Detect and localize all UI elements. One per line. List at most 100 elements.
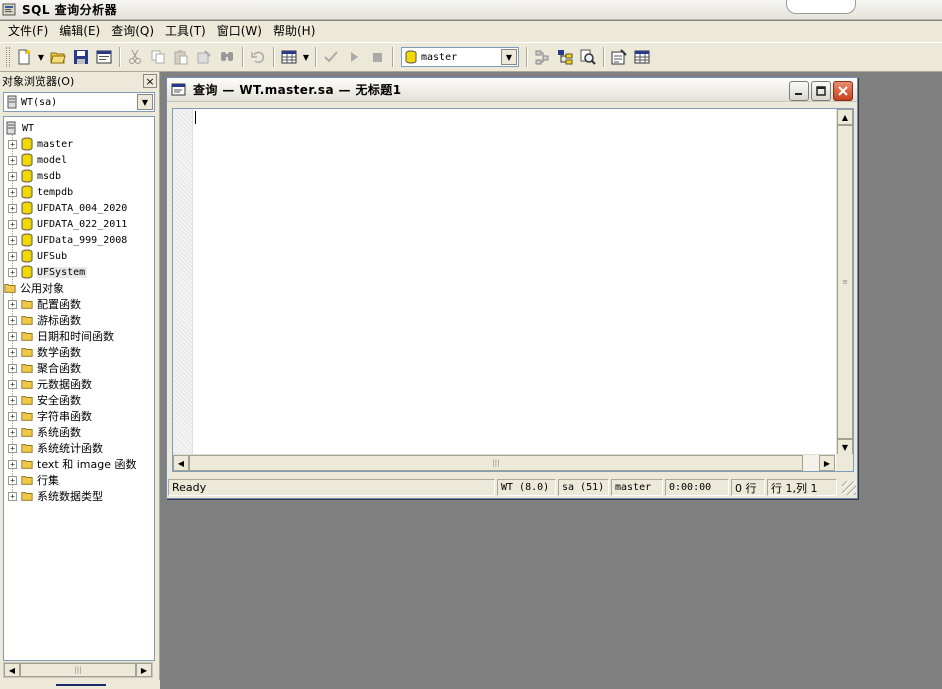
chevron-down-icon[interactable]: ▼ bbox=[137, 94, 153, 110]
tree-node-label: 聚合函数 bbox=[37, 362, 81, 375]
expand-icon[interactable]: + bbox=[8, 475, 17, 485]
expand-icon[interactable]: + bbox=[8, 491, 17, 501]
expand-icon[interactable]: + bbox=[8, 459, 17, 469]
find-button[interactable] bbox=[216, 46, 238, 68]
expand-icon[interactable]: + bbox=[8, 267, 17, 277]
tree-node-database[interactable]: + UFSystem bbox=[8, 264, 88, 280]
expand-icon[interactable]: + bbox=[8, 379, 17, 389]
cut-button[interactable] bbox=[124, 46, 146, 68]
object-search-button[interactable] bbox=[577, 46, 599, 68]
tree-node-folder[interactable]: + 字符串函数 bbox=[8, 408, 92, 424]
object-tree-hscrollbar[interactable]: ◀ ||| ▶ bbox=[3, 662, 153, 678]
tree-node-folder[interactable]: + 配置函数 bbox=[8, 296, 81, 312]
server-select[interactable]: WT(sa) ▼ bbox=[3, 92, 155, 112]
show-results-button[interactable] bbox=[631, 46, 653, 68]
tree-node-database[interactable]: + UFSub bbox=[8, 248, 67, 264]
editor-vscrollbar[interactable]: ▲ ≡ ▼ bbox=[836, 109, 853, 455]
copy-button[interactable] bbox=[147, 46, 169, 68]
tree-node-folder[interactable]: + 元数据函数 bbox=[8, 376, 92, 392]
tree-node-database[interactable]: + UFData_999_2008 bbox=[8, 232, 127, 248]
expand-icon[interactable]: + bbox=[8, 171, 17, 181]
expand-icon[interactable]: + bbox=[8, 139, 17, 149]
menu-help[interactable]: 帮助(H) bbox=[269, 22, 319, 41]
expand-icon[interactable]: + bbox=[8, 331, 17, 341]
tree-node-folder[interactable]: + 日期和时间函数 bbox=[8, 328, 114, 344]
object-browser-button[interactable] bbox=[554, 46, 576, 68]
tree-node-folder[interactable]: + 行集 bbox=[8, 472, 59, 488]
tree-node-folder[interactable]: + 数学函数 bbox=[8, 344, 81, 360]
chevron-down-icon[interactable]: ▼ bbox=[501, 49, 517, 65]
expand-icon[interactable]: + bbox=[8, 219, 17, 229]
close-button[interactable] bbox=[833, 81, 853, 101]
chevron-right-icon[interactable]: ▶ bbox=[136, 663, 152, 677]
chevron-left-icon[interactable]: ◀ bbox=[4, 663, 20, 677]
tree-node-database[interactable]: + model bbox=[8, 152, 67, 168]
database-select[interactable]: master ▼ bbox=[401, 47, 519, 67]
tab-indicator[interactable] bbox=[56, 684, 106, 689]
menu-tools[interactable]: 工具(T) bbox=[161, 22, 210, 41]
object-browser-icon bbox=[558, 50, 573, 65]
paste-button[interactable] bbox=[170, 46, 192, 68]
tree-node-folder[interactable]: + 聚合函数 bbox=[8, 360, 81, 376]
expand-icon[interactable]: + bbox=[8, 347, 17, 357]
undo-button[interactable] bbox=[247, 46, 269, 68]
maximize-button[interactable] bbox=[811, 81, 831, 101]
tree-node-folder[interactable]: + 系统统计函数 bbox=[8, 440, 103, 456]
tree-node-database[interactable]: + msdb bbox=[8, 168, 61, 184]
stop-button[interactable] bbox=[366, 46, 388, 68]
minimize-button[interactable] bbox=[789, 81, 809, 101]
chevron-up-icon[interactable]: ▲ bbox=[837, 109, 853, 125]
new-query-dropdown[interactable]: ▼ bbox=[36, 46, 46, 68]
properties-button[interactable] bbox=[608, 46, 630, 68]
tree-node-database[interactable]: + tempdb bbox=[8, 184, 73, 200]
tree-node-folder[interactable]: + text 和 image 函数 bbox=[8, 456, 136, 472]
clear-window-button[interactable] bbox=[193, 46, 215, 68]
expand-icon[interactable]: + bbox=[8, 427, 17, 437]
tree-node-folder[interactable]: + 系统数据类型 bbox=[8, 488, 103, 504]
new-query-button[interactable] bbox=[13, 46, 35, 68]
tree-node-server[interactable]: WT bbox=[6, 120, 34, 136]
load-script-button[interactable] bbox=[93, 46, 115, 68]
tree-node-folder[interactable]: + 安全函数 bbox=[8, 392, 81, 408]
tree-node-database[interactable]: + UFDATA_022_2011 bbox=[8, 216, 127, 232]
expand-icon[interactable]: + bbox=[8, 299, 17, 309]
query-editor[interactable]: ▲ ≡ ▼ ◀ ||| ▶ bbox=[172, 108, 854, 472]
chevron-down-icon[interactable]: ▼ bbox=[837, 439, 853, 455]
expand-icon[interactable]: + bbox=[8, 155, 17, 165]
results-mode-dropdown[interactable]: ▼ bbox=[301, 46, 311, 68]
save-button[interactable] bbox=[70, 46, 92, 68]
expand-icon[interactable]: + bbox=[8, 411, 17, 421]
editor-hscrollbar[interactable]: ◀ ||| ▶ bbox=[173, 454, 835, 471]
toolbar-grip[interactable] bbox=[6, 47, 10, 67]
tree-node-database[interactable]: + master bbox=[8, 136, 73, 152]
expand-icon[interactable]: + bbox=[8, 443, 17, 453]
query-window-titlebar[interactable]: 查询 — WT.master.sa — 无标题1 bbox=[167, 78, 857, 102]
expand-icon[interactable]: + bbox=[8, 235, 17, 245]
expand-icon[interactable]: + bbox=[8, 187, 17, 197]
display-plan-button[interactable] bbox=[531, 46, 553, 68]
expand-icon[interactable]: + bbox=[8, 363, 17, 373]
tree-node-common-objects[interactable]: 公用对象 bbox=[4, 280, 64, 296]
execute-button[interactable] bbox=[343, 46, 365, 68]
resize-grip[interactable] bbox=[842, 480, 856, 495]
chevron-left-icon[interactable]: ◀ bbox=[173, 455, 189, 471]
open-button[interactable] bbox=[47, 46, 69, 68]
expand-icon[interactable]: + bbox=[8, 315, 17, 325]
tree-node-folder[interactable]: + 系统函数 bbox=[8, 424, 81, 440]
menu-file[interactable]: 文件(F) bbox=[4, 22, 52, 41]
menu-query[interactable]: 查询(Q) bbox=[107, 22, 158, 41]
expand-icon[interactable]: + bbox=[8, 395, 17, 405]
close-icon[interactable]: × bbox=[143, 74, 157, 88]
expand-icon[interactable]: + bbox=[8, 203, 17, 213]
chevron-right-icon[interactable]: ▶ bbox=[819, 455, 835, 471]
menu-edit[interactable]: 编辑(E) bbox=[55, 22, 104, 41]
tree-node-folder[interactable]: + 游标函数 bbox=[8, 312, 81, 328]
parse-button[interactable] bbox=[320, 46, 342, 68]
menu-window[interactable]: 窗口(W) bbox=[213, 22, 266, 41]
scrollbar-thumb[interactable]: ||| bbox=[189, 455, 803, 471]
results-mode-button[interactable] bbox=[278, 46, 300, 68]
tree-node-database[interactable]: + UFDATA_004_2020 bbox=[8, 200, 127, 216]
scrollbar-thumb[interactable]: ≡ bbox=[837, 125, 853, 439]
expand-icon[interactable]: + bbox=[8, 251, 17, 261]
scrollbar-thumb[interactable]: ||| bbox=[20, 663, 136, 677]
